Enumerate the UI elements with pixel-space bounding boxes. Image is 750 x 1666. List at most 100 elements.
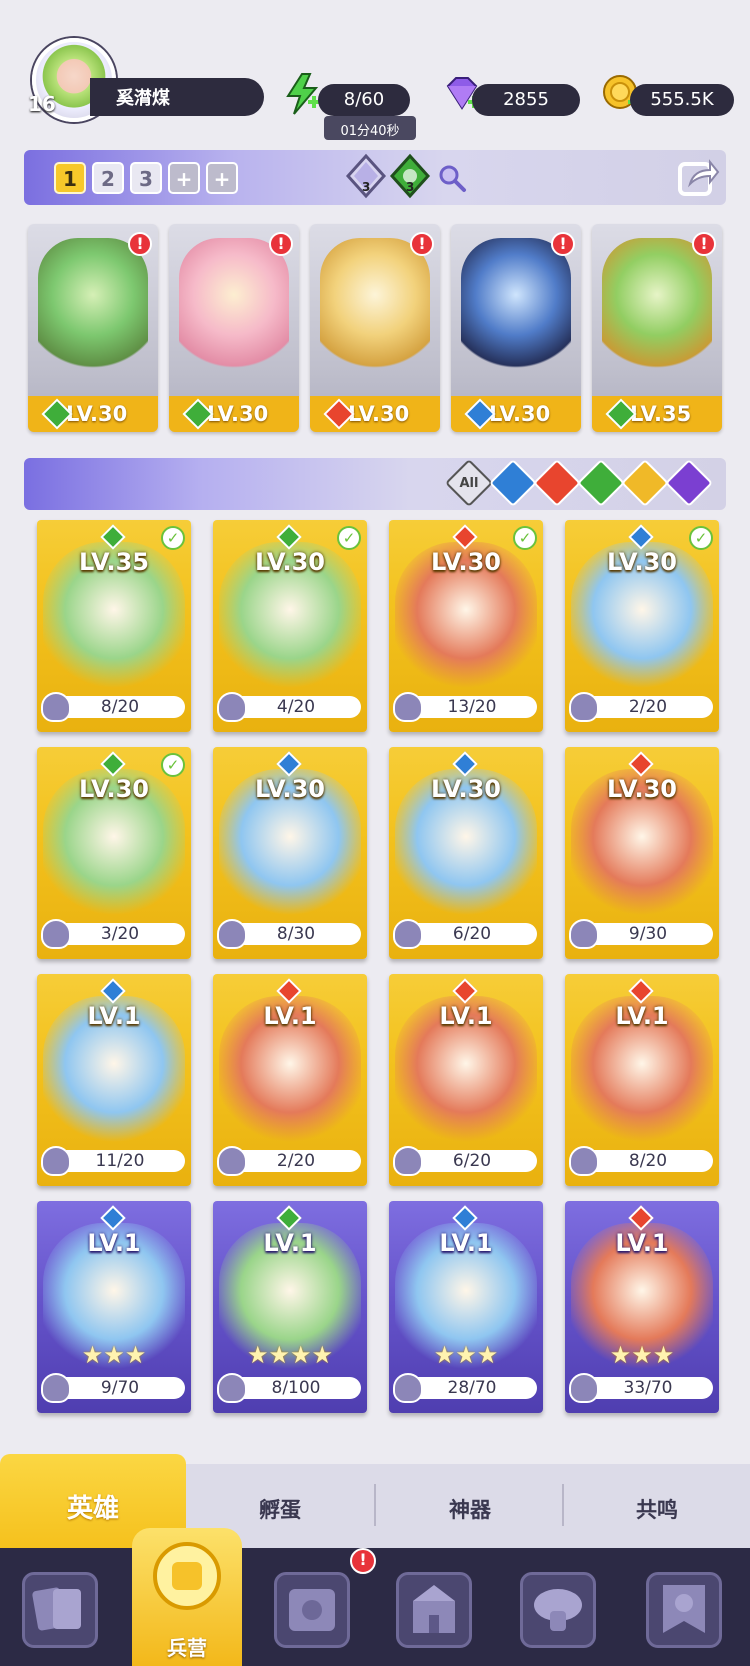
hero-card[interactable]: LV.30 6/20 xyxy=(389,747,543,959)
check-icon: ✓ xyxy=(337,526,361,550)
nav-alert-badge: ! xyxy=(350,1548,376,1574)
shard-progress: 9/30 xyxy=(583,923,713,945)
alert-badge: ! xyxy=(551,232,575,256)
shard-progress: 8/20 xyxy=(55,696,185,718)
shard-progress: 33/70 xyxy=(583,1377,713,1399)
shard-icon xyxy=(569,1373,599,1403)
hero-portrait xyxy=(602,238,712,380)
shard-icon xyxy=(41,1373,71,1403)
hero-card[interactable]: ✓ LV.30 4/20 xyxy=(213,520,367,732)
barracks-label: 兵营 xyxy=(167,1636,207,1660)
hero-level: LV.1 xyxy=(263,1002,317,1030)
hero-card[interactable]: LV.1 ★★★ 33/70 xyxy=(565,1201,719,1413)
shard-progress: 9/70 xyxy=(55,1377,185,1399)
hero-level: LV.35 xyxy=(79,548,149,576)
shard-progress: 4/20 xyxy=(231,696,361,718)
shard-progress: 2/20 xyxy=(583,696,713,718)
shard-icon xyxy=(393,1146,423,1176)
hero-level: LV.1 xyxy=(439,1002,493,1030)
squad-member-1[interactable]: ! LV.30 xyxy=(28,224,158,432)
hero-portrait xyxy=(179,238,289,380)
star-rating: ★★★ xyxy=(81,1341,147,1369)
shard-progress: 8/20 xyxy=(583,1150,713,1172)
alert-badge: ! xyxy=(410,232,434,256)
hero-card[interactable]: LV.30 8/30 xyxy=(213,747,367,959)
squad-slot-2[interactable]: 2 xyxy=(92,162,124,194)
shard-icon xyxy=(393,1373,423,1403)
hero-portrait xyxy=(320,238,430,380)
shard-progress: 11/20 xyxy=(55,1150,185,1172)
hero-card[interactable]: LV.1 8/20 xyxy=(565,974,719,1186)
hero-card[interactable]: ✓ LV.30 3/20 xyxy=(37,747,191,959)
shard-progress: 8/30 xyxy=(231,923,361,945)
hero-card[interactable]: LV.1 2/20 xyxy=(213,974,367,1186)
hero-card[interactable]: LV.1 6/20 xyxy=(389,974,543,1186)
hero-level: LV.1 xyxy=(439,1229,493,1257)
banner-nav-icon[interactable] xyxy=(646,1572,722,1648)
gold-value: 555.5K xyxy=(630,84,734,116)
hero-card[interactable]: ✓ LV.35 8/20 xyxy=(37,520,191,732)
share-icon[interactable] xyxy=(676,156,720,198)
hero-portrait xyxy=(38,238,148,380)
alert-badge: ! xyxy=(269,232,293,256)
shard-progress: 6/20 xyxy=(407,1150,537,1172)
tab-resonance[interactable]: 共鸣 xyxy=(564,1464,750,1548)
hero-card[interactable]: ✓ LV.30 13/20 xyxy=(389,520,543,732)
hero-card[interactable]: LV.1 ★★★★ 8/100 xyxy=(213,1201,367,1413)
shard-progress: 13/20 xyxy=(407,696,537,718)
star-rating: ★★★ xyxy=(609,1341,675,1369)
shard-icon xyxy=(217,1146,247,1176)
cards-nav-icon[interactable] xyxy=(22,1572,98,1648)
nature-count: 3 xyxy=(406,180,415,194)
shard-icon xyxy=(41,692,71,722)
shard-icon xyxy=(217,692,247,722)
check-icon: ✓ xyxy=(513,526,537,550)
player-name: 奚潸煤 xyxy=(90,78,264,116)
hero-level: LV.1 xyxy=(87,1229,141,1257)
tab-artifacts[interactable]: 神器 xyxy=(376,1464,564,1548)
hero-level: LV.30 xyxy=(431,775,501,803)
barracks-nav-button[interactable]: 兵营 xyxy=(132,1528,242,1666)
shard-icon xyxy=(217,919,247,949)
map-book-nav-icon[interactable] xyxy=(274,1572,350,1648)
hero-card[interactable]: ✓ LV.30 2/20 xyxy=(565,520,719,732)
shard-icon xyxy=(41,919,71,949)
squad-slot-add-2[interactable]: + xyxy=(206,162,238,194)
shard-progress: 8/100 xyxy=(231,1377,361,1399)
hero-level: LV.30 xyxy=(607,775,677,803)
shard-icon xyxy=(569,692,599,722)
squad-member-3[interactable]: ! LV.30 xyxy=(310,224,440,432)
hero-level: LV.30 xyxy=(431,548,501,576)
squad-slot-3[interactable]: 3 xyxy=(130,162,162,194)
hero-level: LV.1 xyxy=(263,1229,317,1257)
shard-progress: 28/70 xyxy=(407,1377,537,1399)
squad-slot-add-1[interactable]: + xyxy=(168,162,200,194)
magnifier-icon[interactable] xyxy=(436,162,468,194)
squad-slot-1[interactable]: 1 xyxy=(54,162,86,194)
hero-card[interactable]: LV.30 9/30 xyxy=(565,747,719,959)
shard-icon xyxy=(569,919,599,949)
player-level: 16 xyxy=(28,92,56,116)
squad-member-5[interactable]: ! LV.35 xyxy=(592,224,722,432)
energy-value: 8/60 xyxy=(318,84,410,116)
shard-progress: 2/20 xyxy=(231,1150,361,1172)
shard-icon xyxy=(393,919,423,949)
star-rating: ★★★ xyxy=(433,1341,499,1369)
squad-member-4[interactable]: ! LV.30 xyxy=(451,224,581,432)
hero-card[interactable]: LV.1 ★★★ 9/70 xyxy=(37,1201,191,1413)
squad-member-2[interactable]: ! LV.30 xyxy=(169,224,299,432)
crystal-count: 3 xyxy=(362,180,371,194)
shard-icon xyxy=(393,692,423,722)
hero-level: LV.30 xyxy=(607,548,677,576)
check-icon: ✓ xyxy=(689,526,713,550)
hero-level: LV.1 xyxy=(615,1002,669,1030)
mushroom-nav-icon[interactable] xyxy=(520,1572,596,1648)
alert-badge: ! xyxy=(128,232,152,256)
shard-icon xyxy=(41,1146,71,1176)
shard-progress: 3/20 xyxy=(55,923,185,945)
hero-card[interactable]: LV.1 ★★★ 28/70 xyxy=(389,1201,543,1413)
hero-card[interactable]: LV.1 11/20 xyxy=(37,974,191,1186)
shard-progress: 6/20 xyxy=(407,923,537,945)
castle-nav-icon[interactable] xyxy=(396,1572,472,1648)
energy-timer: 01分40秒 xyxy=(324,116,416,140)
